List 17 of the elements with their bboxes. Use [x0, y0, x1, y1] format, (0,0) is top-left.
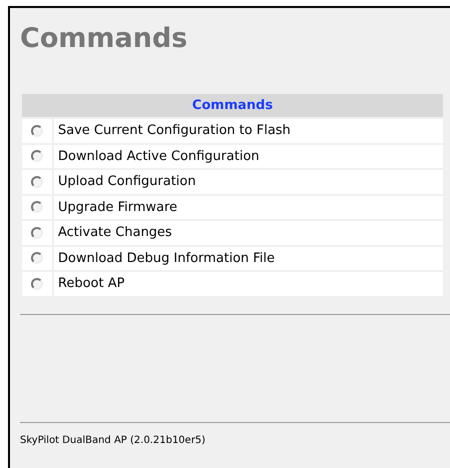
radio-button[interactable]: [31, 201, 43, 214]
radio-button[interactable]: [31, 124, 43, 137]
command-label: Save Current Configuration to Flash: [54, 119, 443, 142]
radio-button[interactable]: [31, 252, 43, 264]
command-label: Download Active Configuration: [54, 144, 443, 168]
radio-button[interactable]: [31, 150, 43, 162]
radio-button[interactable]: [31, 278, 43, 290]
table-header: Commands: [22, 94, 443, 117]
radio-button[interactable]: [31, 176, 43, 188]
command-label: Activate Changes: [54, 221, 443, 244]
command-label: Upload Configuration: [54, 170, 443, 194]
radio-button[interactable]: [31, 226, 43, 239]
page-title: Commands: [20, 22, 188, 56]
command-label: Reboot AP: [54, 272, 443, 296]
command-label: Upgrade Firmware: [54, 196, 443, 219]
footer-text: SkyPilot DualBand AP (2.0.21b10er5): [20, 434, 206, 448]
command-label: Download Debug Information File: [54, 246, 443, 270]
